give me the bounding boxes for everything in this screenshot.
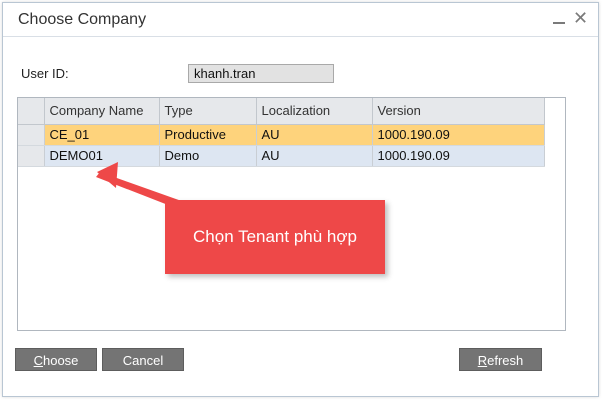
refresh-label: efresh [487,353,524,368]
row-number-cell[interactable] [18,145,45,167]
cell-company-name[interactable]: DEMO01 [44,145,160,167]
title-bar: Choose Company ✕ [3,3,598,37]
cell-localization[interactable]: AU [256,124,373,146]
table-row-demo01[interactable]: DEMO01 Demo AU 1000.190.09 [18,145,545,167]
grid-header-row: Company Name Type Localization Version [18,98,545,125]
user-id-label: User ID: [21,66,69,81]
header-version[interactable]: Version [372,98,545,125]
user-id-field[interactable]: khanh.tran [188,64,334,83]
close-icon[interactable]: ✕ [573,9,588,27]
refresh-mnemonic: R [477,353,488,368]
refresh-button[interactable]: Refresh [459,348,542,371]
cell-version[interactable]: 1000.190.09 [372,145,545,167]
choose-label: hoose [42,353,79,368]
dialog-title: Choose Company [18,11,147,28]
choose-button[interactable]: Choose [15,348,97,371]
header-company-name[interactable]: Company Name [44,98,160,125]
header-type[interactable]: Type [159,98,257,125]
cell-localization[interactable]: AU [256,145,373,167]
company-table: Company Name Type Localization Version C… [18,98,545,167]
cell-type[interactable]: Productive [159,124,257,146]
choose-mnemonic: C [33,353,43,368]
table-row-ce01[interactable]: CE_01 Productive AU 1000.190.09 [18,124,545,146]
cancel-button[interactable]: Cancel [102,348,184,371]
annotation-callout: Chọn Tenant phù hợp [165,200,385,274]
cell-version[interactable]: 1000.190.09 [372,124,545,146]
row-number-cell[interactable] [18,124,45,146]
row-number-header [18,98,45,125]
minimize-icon[interactable] [553,22,565,24]
header-localization[interactable]: Localization [256,98,373,125]
cell-type[interactable]: Demo [159,145,257,167]
cell-company-name[interactable]: CE_01 [44,124,160,146]
